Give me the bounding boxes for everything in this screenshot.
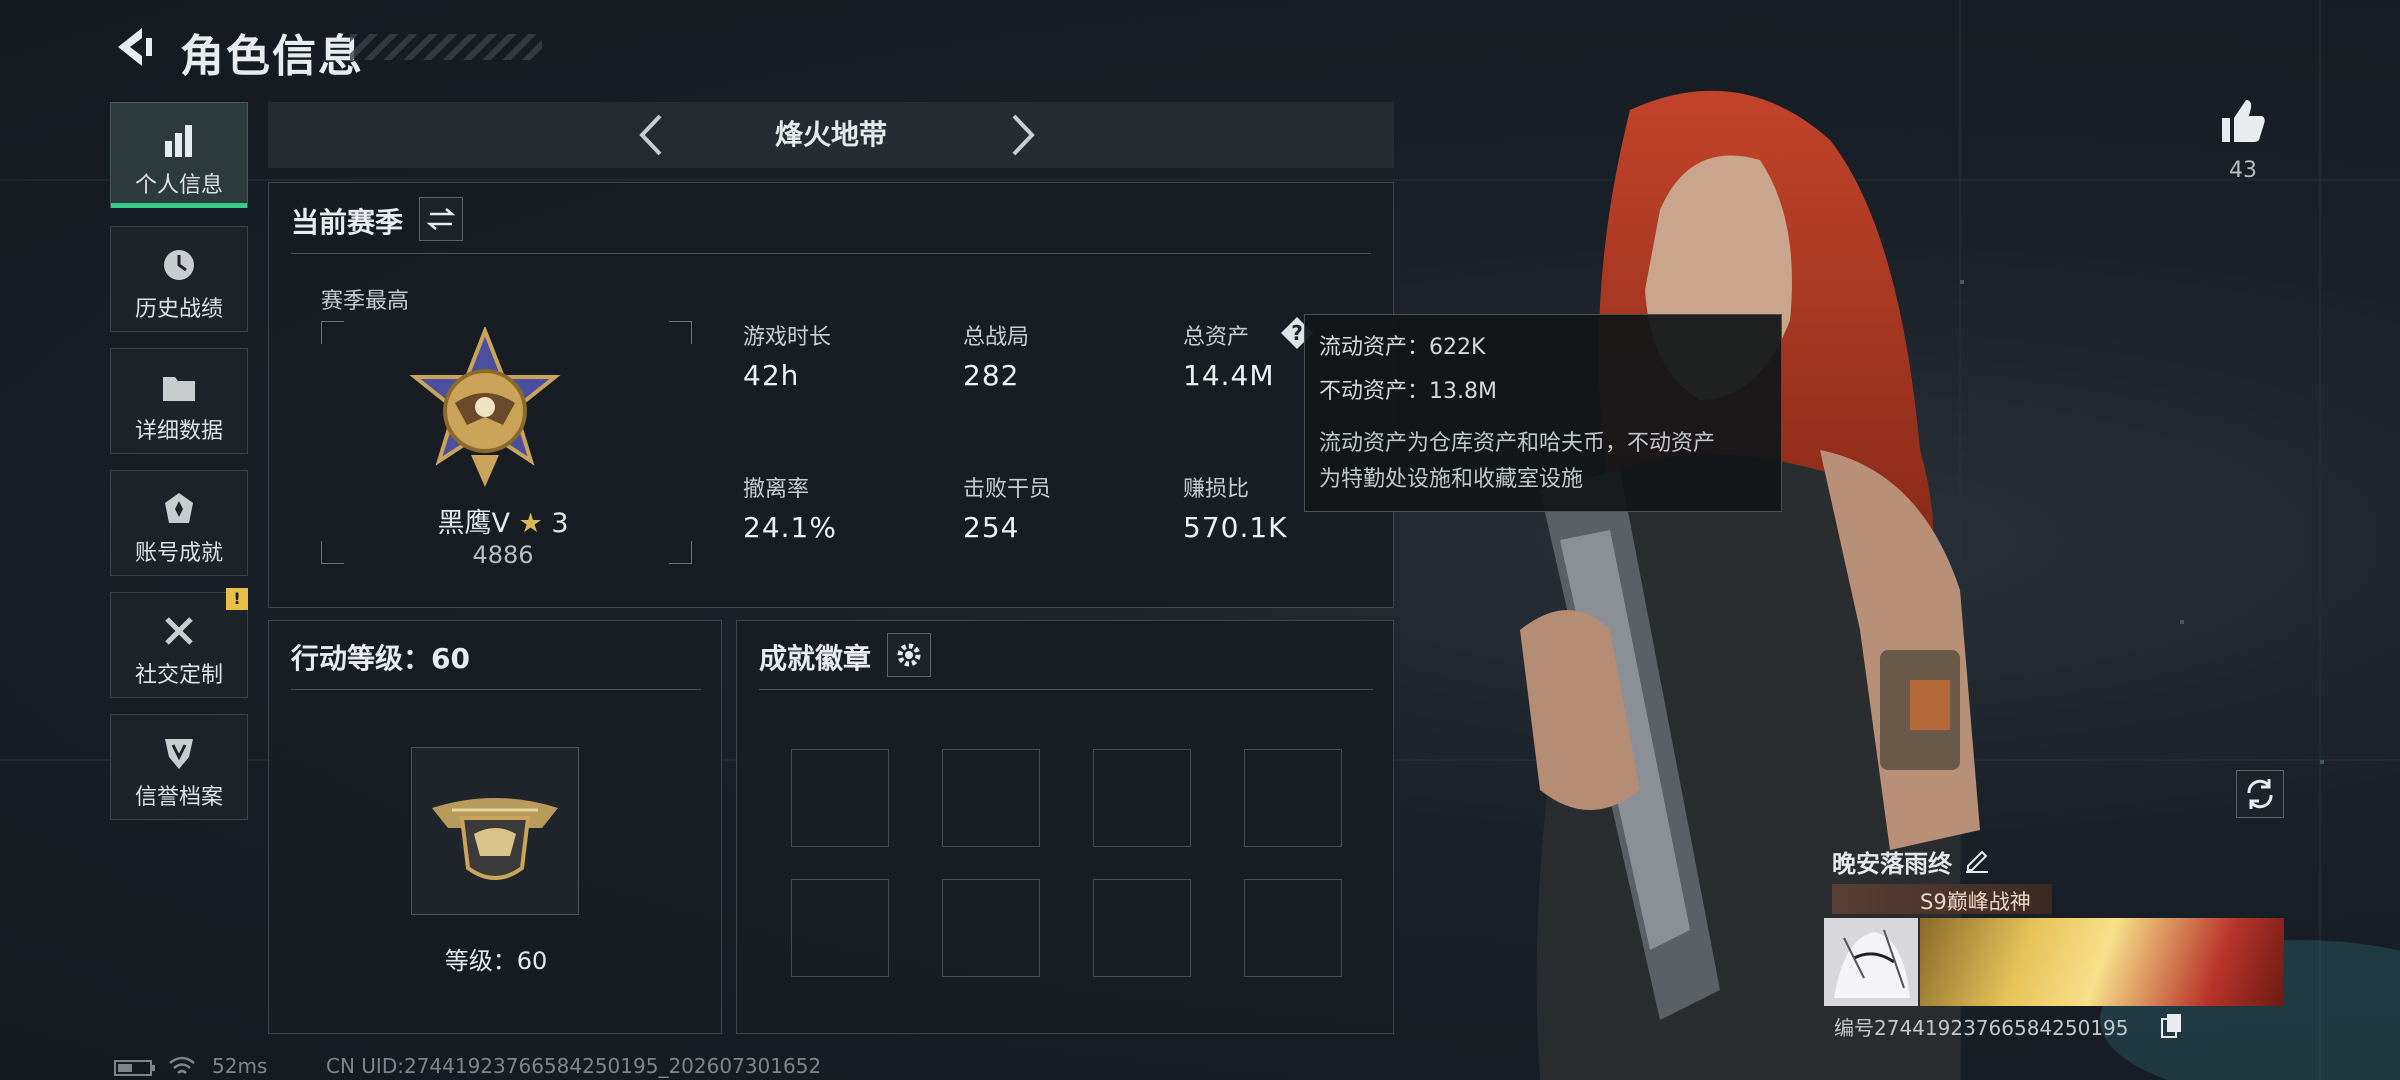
achievement-settings-button[interactable] bbox=[887, 633, 931, 677]
shield-emblem-icon bbox=[165, 739, 193, 769]
tooltip-description-line1: 流动资产为仓库资产和哈夫币，不动资产 bbox=[1319, 431, 1716, 456]
nav-label: 账号成就 bbox=[134, 541, 223, 566]
wifi-icon bbox=[169, 1056, 195, 1074]
prev-mode-icon[interactable] bbox=[628, 110, 678, 160]
mode-title: 烽火地带 bbox=[774, 118, 887, 151]
stat-label-profit-ratio: 赚损比 bbox=[1183, 477, 1250, 502]
swap-icon bbox=[426, 208, 456, 230]
rank-line: 黑鹰V ★ 3 bbox=[329, 501, 677, 540]
stat-value-kills: 254 bbox=[963, 511, 1020, 544]
uid-text: CN UID:27441923766584250195_202607301652 bbox=[326, 1054, 822, 1078]
stat-label-kills: 击败干员 bbox=[963, 477, 1052, 502]
name-card-banner bbox=[1920, 918, 2284, 1006]
battery-icon bbox=[114, 1060, 155, 1076]
player-id: 编号2744192376658425019​5 bbox=[1834, 1016, 2129, 1040]
likes-count: 43 bbox=[2229, 158, 2257, 183]
title-tag: S9巅峰战神 bbox=[1832, 884, 2052, 914]
stat-label-playtime: 游戏时长 bbox=[743, 325, 832, 350]
tools-icon bbox=[165, 617, 193, 645]
page-title: 角色信息 bbox=[180, 31, 364, 82]
refresh-icon bbox=[2247, 779, 2273, 809]
level-emblem-frame bbox=[411, 747, 579, 915]
achievements-panel: 成就徽章 bbox=[736, 620, 1394, 1034]
achievements-title: 成就徽章 bbox=[759, 642, 872, 675]
badge-slot[interactable] bbox=[791, 749, 889, 847]
badge-slot[interactable] bbox=[1093, 879, 1191, 977]
tooltip-liquid-assets: 流动资产：622K bbox=[1319, 335, 1486, 360]
back-icon[interactable] bbox=[110, 22, 158, 72]
notification-badge: ! bbox=[226, 588, 248, 610]
divider bbox=[759, 689, 1373, 690]
season-title: 当前赛季 bbox=[291, 206, 404, 239]
thumbs-up-icon[interactable] bbox=[2216, 94, 2270, 148]
svg-text:?: ? bbox=[1291, 321, 1303, 345]
badge-slot[interactable] bbox=[1093, 749, 1191, 847]
nav-label: 信誉档案 bbox=[134, 785, 223, 810]
rank-score: 4886 bbox=[472, 541, 534, 569]
season-panel: 当前赛季 赛季最高 黑鹰V ★ 3 4886 游戏时长 42h 总战局 282 … bbox=[268, 182, 1394, 608]
badge-slot[interactable] bbox=[1244, 749, 1342, 847]
badge-slot[interactable] bbox=[942, 879, 1040, 977]
edit-icon[interactable] bbox=[1962, 844, 1992, 874]
rank-stars: 3 bbox=[551, 508, 569, 539]
title-decoration bbox=[350, 34, 542, 60]
stat-value-playtime: 42h bbox=[743, 359, 800, 392]
next-mode-icon[interactable] bbox=[996, 110, 1046, 160]
badge-slot[interactable] bbox=[1244, 879, 1342, 977]
nav-label: 个人信息 bbox=[134, 173, 223, 198]
divider bbox=[291, 253, 1371, 254]
stat-label-assets: 总资产 bbox=[1183, 325, 1250, 350]
avatar-art-icon bbox=[1834, 929, 1910, 998]
season-best-label: 赛季最高 bbox=[321, 289, 410, 314]
ping-value: 52ms bbox=[212, 1054, 268, 1078]
nav-label: 历史战绩 bbox=[134, 297, 223, 322]
action-level-panel: 行动等级：60 等级：60 bbox=[268, 620, 722, 1034]
stat-value-matches: 282 bbox=[963, 359, 1020, 392]
stat-label-extract-rate: 撤离率 bbox=[743, 477, 810, 502]
nav-personal-info[interactable]: 个人信息 bbox=[110, 102, 248, 208]
avatar bbox=[1824, 918, 1918, 1006]
stat-label-matches: 总战局 bbox=[963, 325, 1030, 350]
bar-chart-icon bbox=[165, 125, 192, 157]
nav-credit-file[interactable]: 信誉档案 bbox=[110, 714, 248, 820]
nav-detail-data[interactable]: 详细数据 bbox=[110, 348, 248, 454]
frame-corner bbox=[669, 321, 692, 344]
action-level-title: 行动等级：60 bbox=[291, 642, 470, 675]
achievement-icon bbox=[165, 493, 193, 523]
player-name: 晚安落雨终 bbox=[1832, 850, 1952, 878]
nav-achievements[interactable]: 账号成就 bbox=[110, 470, 248, 576]
helicopter-emblem-icon bbox=[432, 798, 558, 880]
rank-name: 黑鹰V bbox=[437, 508, 510, 539]
star-icon: ★ bbox=[518, 508, 543, 539]
rotate-view-button[interactable] bbox=[2236, 770, 2284, 818]
stat-value-profit-ratio: 570.1K bbox=[1183, 511, 1288, 544]
divider bbox=[291, 689, 701, 690]
mode-selector: 烽火地带 bbox=[268, 102, 1394, 168]
stat-value-extract-rate: 24.1% bbox=[743, 511, 837, 544]
badge-slot[interactable] bbox=[942, 749, 1040, 847]
tooltip-fixed-assets: 不动资产：13.8M bbox=[1319, 379, 1497, 404]
level-label: 等级：60 bbox=[444, 947, 548, 975]
badge-slot[interactable] bbox=[791, 879, 889, 977]
switch-season-button[interactable] bbox=[419, 197, 463, 241]
history-clock-icon bbox=[164, 250, 194, 280]
nav-history[interactable]: 历史战绩 bbox=[110, 226, 248, 332]
folder-icon bbox=[163, 377, 195, 401]
rank-emblem-icon bbox=[409, 327, 561, 487]
copy-icon[interactable] bbox=[2160, 1012, 2184, 1038]
nav-label: 社交定制 bbox=[134, 663, 223, 688]
title-tag-text: S9巅峰战神 bbox=[1920, 890, 2031, 914]
gear-icon bbox=[897, 643, 921, 667]
tooltip-description-line2: 为特勤处设施和收藏室设施 bbox=[1319, 467, 1584, 492]
frame-corner bbox=[321, 321, 344, 344]
stat-value-assets: 14.4M bbox=[1183, 359, 1275, 392]
nav-label: 详细数据 bbox=[134, 419, 223, 444]
assets-tooltip: 流动资产：622K 不动资产：13.8M 流动资产为仓库资产和哈夫币，不动资产 … bbox=[1304, 314, 1782, 512]
